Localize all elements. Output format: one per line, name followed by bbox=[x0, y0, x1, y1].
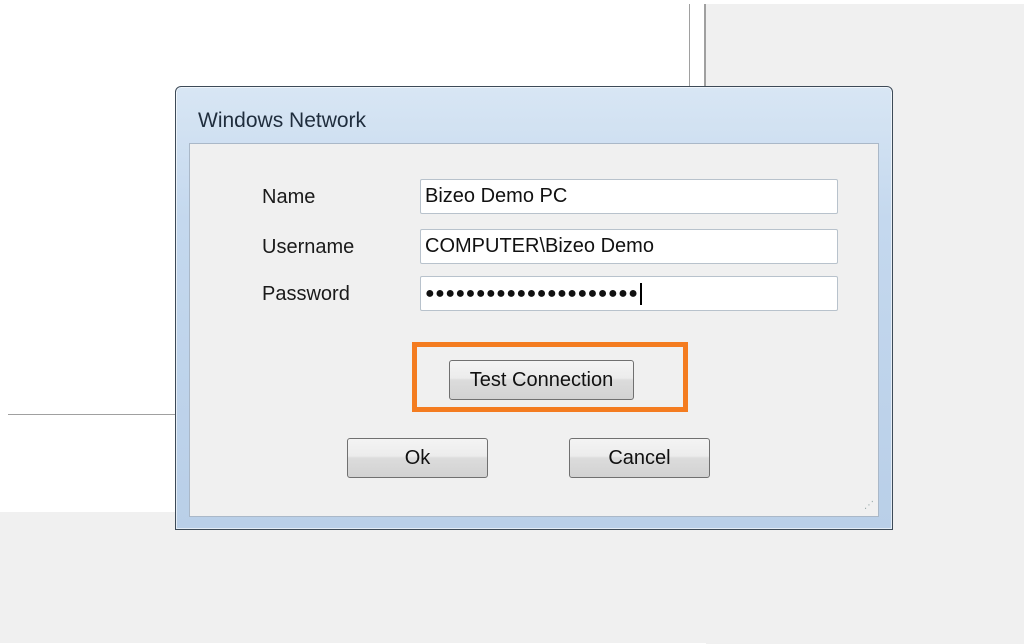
background-splitter-line bbox=[704, 4, 706, 86]
background-splitter-line bbox=[689, 4, 690, 86]
name-field[interactable] bbox=[420, 179, 838, 214]
cancel-button[interactable]: Cancel bbox=[569, 438, 710, 478]
resize-grip-icon[interactable]: ⋰ bbox=[862, 500, 874, 512]
name-label: Name bbox=[262, 186, 316, 208]
ok-button[interactable]: Ok bbox=[347, 438, 488, 478]
background-panel bbox=[8, 415, 178, 512]
test-connection-button[interactable]: Test Connection bbox=[449, 360, 634, 400]
background-footer-area bbox=[0, 512, 1024, 643]
windows-network-dialog: Windows Network Name Username Password ●… bbox=[175, 86, 893, 530]
username-label: Username bbox=[262, 236, 355, 258]
password-label: Password bbox=[262, 283, 350, 305]
password-mask: ●●●●●●●●●●●●●●●●●●●●● bbox=[425, 277, 643, 310]
dialog-client-area: Name Username Password ●●●●●●●●●●●●●●●●●… bbox=[189, 143, 879, 517]
dialog-title: Windows Network bbox=[198, 109, 367, 132]
password-field[interactable]: ●●●●●●●●●●●●●●●●●●●●● bbox=[420, 276, 838, 311]
text-caret bbox=[640, 282, 643, 305]
username-field[interactable] bbox=[420, 229, 838, 264]
